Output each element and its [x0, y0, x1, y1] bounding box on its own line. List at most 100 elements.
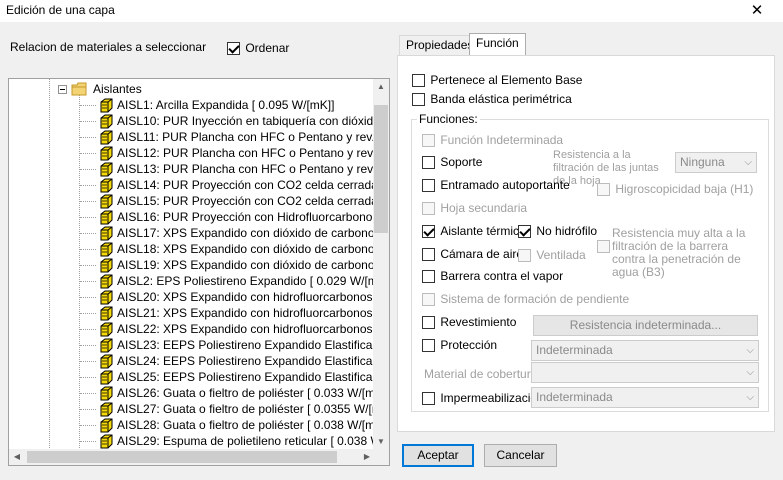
tree-folder-row[interactable]: Aislantes	[9, 81, 375, 97]
tree-item[interactable]: AISL18: XPS Expandido con dióxido de car…	[9, 241, 375, 257]
banda-row[interactable]: Banda elástica perimétrica	[412, 92, 572, 107]
tree-item[interactable]: AISL11: PUR Plancha con HFC o Pentano y …	[9, 129, 375, 145]
impermeabilizacion-row[interactable]: Impermeabilización	[422, 391, 544, 406]
tree-item[interactable]: AISL2: EPS Poliestireno Expandido [ 0.02…	[9, 273, 375, 289]
revestimiento-checkbox[interactable]	[422, 316, 435, 330]
vertical-scroll-thumb[interactable]	[374, 105, 388, 233]
entramado-row[interactable]: Entramado autoportante	[422, 178, 570, 193]
material-icon	[100, 162, 113, 177]
revestimiento-row[interactable]: Revestimiento	[422, 315, 516, 330]
tree-item[interactable]: AISL21: XPS Expandido con hidrofluorcarb…	[9, 305, 375, 321]
soporte-checkbox[interactable]	[422, 156, 435, 170]
aislante-termico-label: Aislante térmico	[440, 224, 526, 238]
tree-item-label: AISL29: Espuma de polietileno reticular …	[117, 434, 375, 448]
tree-horizontal-scrollbar[interactable]: ◀ ▶	[9, 449, 375, 465]
no-hidrofilo-label: No hidrófilo	[536, 224, 598, 238]
tree-item[interactable]: AISL25: EEPS Poliestireno Expandido Elas…	[9, 369, 375, 385]
tree-item[interactable]: AISL27: Guata o fieltro de poliéster [ 0…	[9, 401, 375, 417]
ventilada-row: Ventilada	[518, 248, 586, 263]
sistema-pendiente-row: Sistema de formación de pendiente	[422, 292, 629, 307]
tree-item[interactable]: AISL12: PUR Plancha con HFC o Pentano y …	[9, 145, 375, 161]
collapse-icon[interactable]	[58, 85, 67, 94]
ordenar-checkbox-row[interactable]: Ordenar	[227, 41, 290, 56]
hoja-secundaria-checkbox	[422, 202, 435, 216]
proteccion-row[interactable]: Protección	[422, 338, 497, 353]
aceptar-button[interactable]: Aceptar	[402, 444, 474, 467]
scroll-corner	[373, 449, 389, 465]
entramado-checkbox[interactable]	[422, 179, 435, 193]
material-cobertura-select: ⌵	[531, 362, 759, 383]
tree-item[interactable]: AISL28: Guata o fieltro de poliéster [ 0…	[9, 417, 375, 433]
aislante-termico-row[interactable]: Aislante térmico	[422, 224, 526, 239]
scroll-up-icon[interactable]: ▲	[373, 79, 389, 95]
materials-tree[interactable]: Aislantes AISL1: Arcilla Expandida [ 0.0…	[8, 78, 390, 466]
funcion-indeterminada-checkbox	[422, 134, 435, 148]
higroscopicidad-row: Higroscopicidad baja (H1)	[597, 182, 753, 197]
tree-viewport: Aislantes AISL1: Arcilla Expandida [ 0.0…	[9, 79, 375, 450]
camara-aire-row[interactable]: Cámara de aire	[422, 247, 523, 262]
tree-connector	[80, 121, 96, 122]
resistencia-indeterminada-button: Resistencia indeterminada...	[533, 315, 758, 336]
scroll-left-icon[interactable]: ◀	[9, 449, 25, 465]
tree-item[interactable]: AISL24: EEPS Poliestireno Expandido Elas…	[9, 353, 375, 369]
impermeabilizacion-label: Impermeabilización	[440, 391, 544, 405]
soporte-label: Soporte	[440, 155, 483, 169]
funciones-label: Funciones:	[417, 112, 480, 126]
ventilada-label: Ventilada	[536, 248, 586, 262]
tree-item[interactable]: AISL17: XPS Expandido con dióxido de car…	[9, 225, 375, 241]
tree-item[interactable]: AISL26: Guata o fieltro de poliéster [ 0…	[9, 385, 375, 401]
folder-icon	[71, 82, 87, 96]
tree-item[interactable]: AISL22: XPS Expandido con hidrofluorcarb…	[9, 321, 375, 337]
pertenece-row[interactable]: Pertenece al Elemento Base	[412, 73, 582, 88]
close-icon[interactable]: ✕	[747, 1, 767, 21]
resistencia-filtracion-value: Ninguna	[680, 155, 725, 169]
tree-item[interactable]: AISL15: PUR Proyección con CO2 celda cer…	[9, 193, 375, 209]
tree-item[interactable]: AISL29: Espuma de polietileno reticular …	[9, 433, 375, 449]
tree-item[interactable]: AISL13: PUR Plancha con HFC o Pentano y …	[9, 161, 375, 177]
tree-connector	[80, 441, 96, 442]
tree-connector	[80, 329, 96, 330]
material-icon	[100, 178, 113, 193]
impermeabilizacion-checkbox[interactable]	[422, 392, 435, 406]
proteccion-checkbox[interactable]	[422, 339, 435, 353]
tree-item[interactable]: AISL23: EEPS Poliestireno Expandido Elas…	[9, 337, 375, 353]
chevron-down-icon: ⌵	[744, 157, 752, 168]
tree-connector	[80, 281, 96, 282]
tree-connector	[80, 105, 96, 106]
no-hidrofilo-checkbox[interactable]	[518, 225, 531, 239]
tree-item[interactable]: AISL20: XPS Expandido con hidrofluorcarb…	[9, 289, 375, 305]
barrera-vapor-checkbox[interactable]	[422, 270, 435, 284]
soporte-row[interactable]: Soporte	[422, 155, 483, 170]
ordenar-checkbox[interactable]	[227, 42, 240, 56]
barrera-vapor-row[interactable]: Barrera contra el vapor	[422, 269, 563, 284]
funcion-indeterminada-row: Función Indeterminada	[422, 133, 563, 148]
tree-item-label: AISL22: XPS Expandido con hidrofluorcarb…	[117, 322, 375, 336]
resistencia-alta-checkbox	[597, 240, 610, 254]
tab-funcion[interactable]: Función	[469, 33, 526, 55]
proteccion-value: Indeterminada	[536, 343, 613, 357]
camara-aire-checkbox[interactable]	[422, 248, 435, 262]
tree-connector	[80, 137, 96, 138]
ordenar-label: Ordenar	[245, 41, 290, 55]
tree-item-label: AISL19: XPS Expandido con dióxido de car…	[117, 258, 375, 272]
resistencia-filtracion-select: Ninguna ⌵	[675, 152, 757, 173]
no-hidrofilo-row[interactable]: No hidrófilo	[518, 224, 598, 239]
tree-item-label: AISL11: PUR Plancha con HFC o Pentano y …	[117, 130, 375, 144]
pertenece-checkbox[interactable]	[412, 74, 425, 88]
tree-item[interactable]: AISL14: PUR Proyección con CO2 celda cer…	[9, 177, 375, 193]
tree-connector	[80, 409, 96, 410]
scroll-down-icon[interactable]: ▼	[373, 434, 389, 450]
cancelar-button[interactable]: Cancelar	[484, 444, 557, 467]
tree-item[interactable]: AISL16: PUR Proyección con Hidrofluorcar…	[9, 209, 375, 225]
tree-item[interactable]: AISL1: Arcilla Expandida [ 0.095 W/[mK]]	[9, 97, 375, 113]
horizontal-scroll-thumb[interactable]	[27, 451, 337, 463]
material-icon	[100, 306, 113, 321]
materials-header-label: Relacion de materiales a seleccionar	[10, 40, 207, 54]
aislante-termico-checkbox[interactable]	[422, 225, 435, 239]
tree-item[interactable]: AISL19: XPS Expandido con dióxido de car…	[9, 257, 375, 273]
tree-item-label: AISL15: PUR Proyección con CO2 celda cer…	[117, 194, 375, 208]
banda-checkbox[interactable]	[412, 93, 425, 107]
tree-vertical-scrollbar[interactable]: ▲ ▼	[373, 79, 389, 450]
folder-label: Aislantes	[93, 82, 142, 96]
tree-item[interactable]: AISL10: PUR Inyección en tabiquería con …	[9, 113, 375, 129]
